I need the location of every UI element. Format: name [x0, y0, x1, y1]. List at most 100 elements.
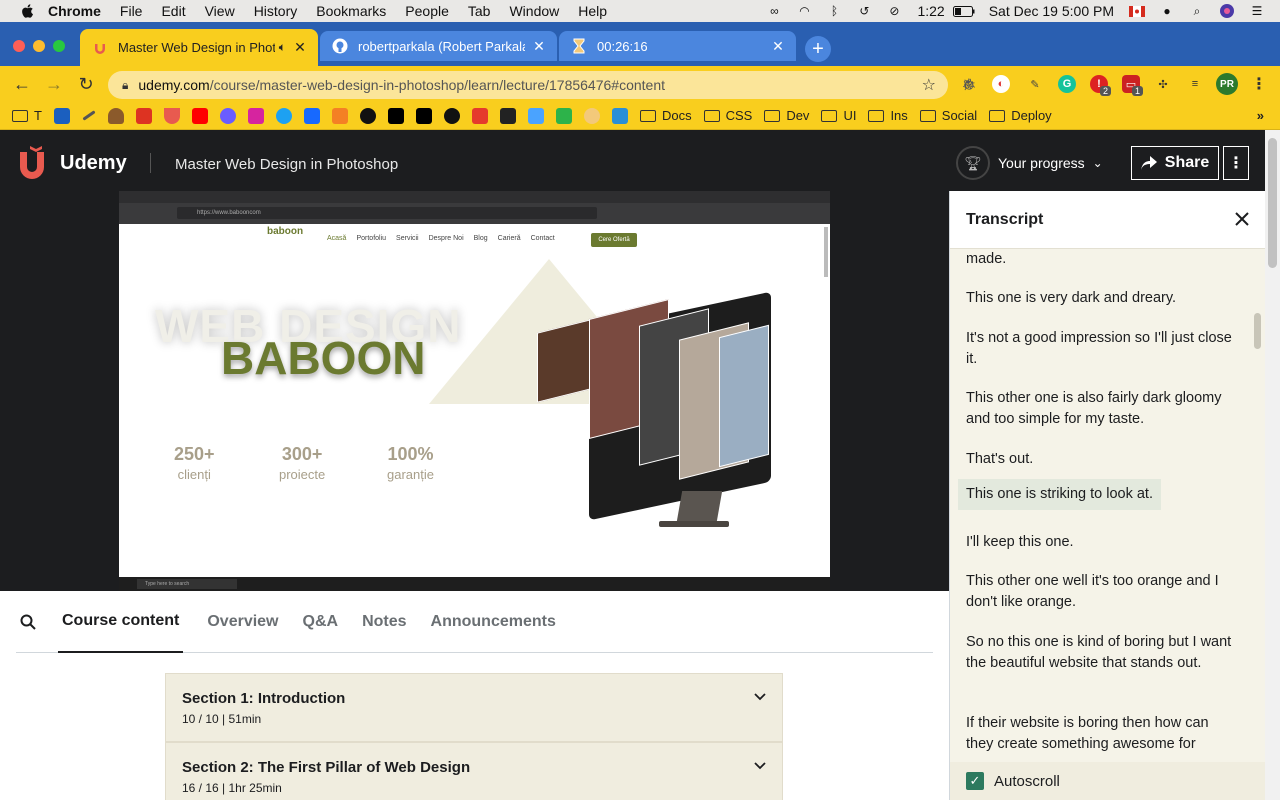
chrome-menu-icon[interactable]: ⋮ — [1250, 75, 1268, 93]
tab-course-content[interactable]: Course content — [58, 591, 184, 653]
bookmark-copyright[interactable] — [499, 107, 516, 124]
menu-app-name[interactable]: Chrome — [48, 3, 101, 19]
chevron-down-icon[interactable] — [754, 759, 766, 771]
tab-announcements[interactable]: Announcements — [431, 591, 556, 653]
do-not-disturb-icon[interactable]: ⊘ — [885, 4, 903, 18]
grammarly-extension-icon[interactable]: G — [1058, 75, 1076, 93]
menu-view[interactable]: View — [205, 3, 235, 19]
progress-dropdown[interactable]: 🏆︎ Your progress ⌄ — [956, 146, 1103, 180]
bookmark-poop[interactable] — [107, 107, 124, 124]
search-icon[interactable] — [20, 614, 36, 630]
tab-overview[interactable]: Overview — [207, 591, 278, 653]
bookmark-youtube[interactable] — [191, 107, 208, 124]
tab-timer[interactable]: 00:26:16 ✕ — [559, 31, 796, 61]
menu-help[interactable]: Help — [578, 3, 607, 19]
speaker-icon[interactable]: 🔈︎ — [279, 40, 286, 55]
autoscroll-label[interactable]: Autoscroll — [994, 773, 1060, 790]
transcript-cue[interactable]: This one is very dark and dreary. — [966, 288, 1236, 309]
menu-history[interactable]: History — [254, 3, 298, 19]
transcript-cue[interactable]: This other one well it's too orange and … — [966, 571, 1236, 613]
menu-file[interactable]: File — [120, 3, 143, 19]
bookmark-star-icon[interactable]: ☆ — [922, 75, 936, 95]
bookmark-d[interactable] — [443, 107, 460, 124]
minimize-window-button[interactable] — [33, 40, 45, 52]
bookmark-stackoverflow[interactable] — [331, 107, 348, 124]
more-options-button[interactable]: ⋮ — [1223, 146, 1249, 180]
spotlight-icon[interactable]: ⌕ — [1188, 4, 1206, 18]
bookmark-shield[interactable] — [53, 107, 70, 124]
transcript-cue[interactable]: If their website is boring then how can … — [966, 713, 1236, 755]
bookmark-smashing[interactable] — [471, 107, 488, 124]
tab-udemy[interactable]: Master Web Design in Phot 🔈︎ ✕ — [80, 29, 318, 66]
bookmark-folder-deploy[interactable]: Deploy — [989, 108, 1052, 123]
share-button[interactable]: Share — [1131, 146, 1219, 180]
bookmark-github[interactable] — [359, 107, 376, 124]
transcript-cue-active[interactable]: This one is striking to look at. — [958, 479, 1161, 510]
bookmark-messenger[interactable] — [219, 107, 236, 124]
siri-icon[interactable] — [1218, 4, 1236, 18]
tab-github[interactable]: robertparkala (Robert Parkala) ✕ — [320, 31, 557, 61]
tab-close-icon[interactable]: ✕ — [770, 38, 786, 55]
udemy-logo[interactable]: Udemy — [16, 146, 127, 180]
bookmark-folder-docs[interactable]: Docs — [639, 108, 692, 123]
bookmark-folder-social[interactable]: Social — [919, 108, 977, 123]
tab-qa[interactable]: Q&A — [303, 591, 339, 653]
bookmark-folder-css[interactable]: CSS — [703, 108, 752, 123]
bookmark-medium[interactable] — [387, 107, 404, 124]
chevron-down-icon[interactable] — [754, 690, 766, 702]
bookmark-rocket[interactable] — [583, 107, 600, 124]
bookmarks-overflow-button[interactable]: » — [1257, 108, 1264, 123]
bookmark-tools[interactable] — [82, 110, 96, 121]
tab-notes[interactable]: Notes — [362, 591, 406, 653]
time-machine-icon[interactable]: ↺ — [855, 4, 873, 18]
new-tab-button[interactable]: + — [805, 36, 831, 62]
page-scrollbar[interactable] — [1265, 130, 1280, 800]
transcript-scroll-thumb[interactable] — [1254, 313, 1261, 349]
close-icon[interactable] — [1234, 211, 1250, 227]
course-title[interactable]: Master Web Design in Photoshop — [175, 156, 398, 173]
transcript-cue[interactable]: It's not a good impression so I'll just … — [966, 328, 1236, 370]
transcript-scrollbar[interactable] — [1254, 257, 1261, 737]
transcript-cue[interactable]: That's out. — [966, 449, 1236, 470]
eyedropper-extension-icon[interactable]: ✎ — [1026, 75, 1044, 93]
menu-window[interactable]: Window — [509, 3, 559, 19]
bug-extension-icon[interactable]: 🐞︎ — [960, 75, 978, 93]
close-window-button[interactable] — [13, 40, 25, 52]
menu-edit[interactable]: Edit — [161, 3, 185, 19]
puzzle-extensions-icon[interactable]: ✣ — [1154, 75, 1172, 93]
bookmark-t[interactable]: T — [12, 108, 42, 123]
transcript-cue[interactable]: made. — [966, 249, 1236, 270]
back-button[interactable]: ← — [12, 74, 32, 94]
battery-icon[interactable] — [952, 4, 975, 18]
transcript-cue[interactable]: This other one is also fairly dark gloom… — [966, 388, 1236, 430]
address-url[interactable]: udemy.com/course/master-web-design-in-ph… — [138, 77, 921, 93]
transcript-cue[interactable]: I'll keep this one. — [966, 532, 1236, 553]
video-frame[interactable]: https://www.babooncom baboon Acasă Porto… — [119, 191, 830, 591]
bookmark-arrows[interactable] — [555, 107, 572, 124]
bookmark-codepen[interactable] — [527, 107, 544, 124]
bookmark-instagram[interactable] — [247, 107, 264, 124]
transcript-cue[interactable]: So no this one is kind of boring but I w… — [966, 632, 1236, 674]
menubar-clock[interactable]: Sat Dec 19 5:00 PM — [989, 3, 1114, 19]
reading-list-icon[interactable]: ≡ — [1186, 75, 1204, 93]
bookmark-folder-dev[interactable]: Dev — [764, 108, 809, 123]
forward-button[interactable]: → — [44, 74, 64, 94]
notification-center-icon[interactable]: ☰ — [1248, 4, 1266, 18]
user-icon[interactable]: ● — [1158, 4, 1176, 18]
apple-icon[interactable] — [20, 3, 36, 19]
colorzilla-extension-icon[interactable]: ◐ — [992, 75, 1010, 93]
bookmark-folder-ins[interactable]: Ins — [868, 108, 908, 123]
lock-icon[interactable]: 🔒︎ — [122, 78, 128, 93]
canada-flag-icon[interactable] — [1128, 4, 1146, 18]
section-item[interactable]: Section 1: Introduction 10 / 10 | 51min — [165, 673, 783, 742]
wifi-icon[interactable]: ◠ — [795, 4, 813, 18]
menu-people[interactable]: People — [405, 3, 449, 19]
tab-close-icon[interactable]: ✕ — [292, 39, 308, 56]
zoom-window-button[interactable] — [53, 40, 65, 52]
page-scroll-thumb[interactable] — [1268, 138, 1277, 268]
menu-tab[interactable]: Tab — [468, 3, 491, 19]
reload-button[interactable]: ↻ — [76, 74, 96, 94]
bookmark-behance[interactable] — [303, 107, 320, 124]
creative-cloud-icon[interactable]: ∞ — [765, 4, 783, 18]
tab-close-icon[interactable]: ✕ — [531, 38, 547, 55]
